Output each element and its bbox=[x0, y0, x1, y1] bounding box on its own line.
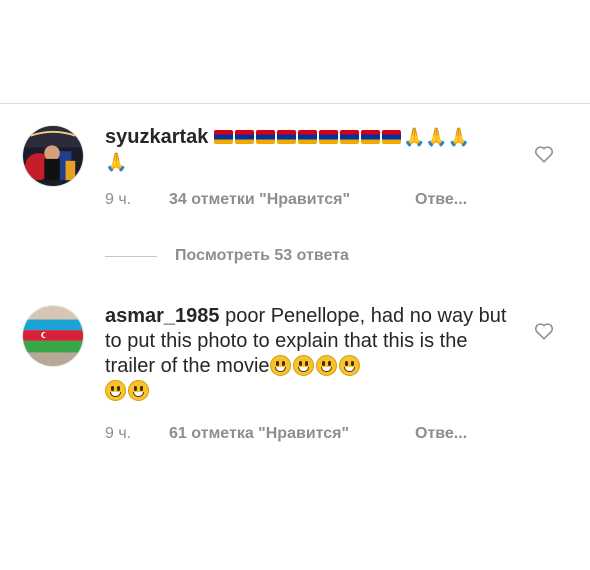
armenia-flag-icon bbox=[360, 130, 380, 144]
grinning-face-icon bbox=[292, 355, 314, 376]
grinning-face-icon bbox=[315, 355, 337, 376]
armenia-flag-icon bbox=[339, 130, 359, 144]
folded-hands-icon: 🙏 bbox=[447, 127, 471, 147]
armenia-flag-icon bbox=[276, 130, 296, 144]
comment-time[interactable]: 9 ч. bbox=[105, 191, 169, 209]
grinning-face-icon bbox=[105, 380, 126, 401]
comment-time[interactable]: 9 ч. bbox=[105, 425, 169, 443]
grinning-face-icon bbox=[269, 355, 291, 376]
comment-meta: 9 ч. 61 отметка "Нравится" Отве... bbox=[105, 425, 467, 443]
armenia-flag-icon bbox=[255, 130, 275, 144]
folded-hands-icon: 🙏 bbox=[402, 127, 426, 147]
view-replies-label: Посмотреть 53 ответа bbox=[175, 247, 349, 264]
avatar-syuzkartak[interactable] bbox=[22, 125, 84, 187]
folded-hands-icon: 🙏 bbox=[425, 127, 448, 147]
armenia-flags bbox=[213, 126, 403, 148]
comment-username[interactable]: syuzkartak bbox=[105, 126, 208, 148]
top-divider bbox=[0, 103, 590, 104]
comment-likes[interactable]: 34 отметки "Нравится" bbox=[169, 191, 415, 209]
reply-button[interactable]: Отве... bbox=[415, 191, 467, 209]
grinning-face-icon bbox=[338, 355, 360, 376]
armenia-flag-icon bbox=[234, 130, 254, 144]
view-replies-button[interactable]: Посмотреть 53 ответа bbox=[105, 247, 349, 265]
comment-likes[interactable]: 61 отметка "Нравится" bbox=[169, 425, 415, 443]
comment-text: syuzkartak 🙏🙏🙏 🙏 bbox=[105, 125, 517, 175]
armenia-flag-icon bbox=[381, 130, 401, 144]
avatar-asmar-1985[interactable] bbox=[22, 305, 84, 367]
heart-outline-icon[interactable] bbox=[533, 143, 555, 165]
folded-hands-icon: 🙏 bbox=[105, 152, 128, 172]
heart-outline-icon[interactable] bbox=[533, 320, 555, 342]
comment-username[interactable]: asmar_1985 bbox=[105, 305, 220, 327]
armenia-flag-icon bbox=[318, 130, 338, 144]
grinning-face-icon bbox=[128, 380, 149, 401]
armenia-flag-icon bbox=[297, 130, 317, 144]
comment-meta: 9 ч. 34 отметки "Нравится" Отве... bbox=[105, 191, 467, 209]
comment-text: asmar_1985 poor Penellope, had no way bu… bbox=[105, 304, 517, 404]
replies-divider-line bbox=[105, 255, 157, 257]
reply-button[interactable]: Отве... bbox=[415, 425, 467, 443]
armenia-flag-icon bbox=[213, 130, 233, 144]
